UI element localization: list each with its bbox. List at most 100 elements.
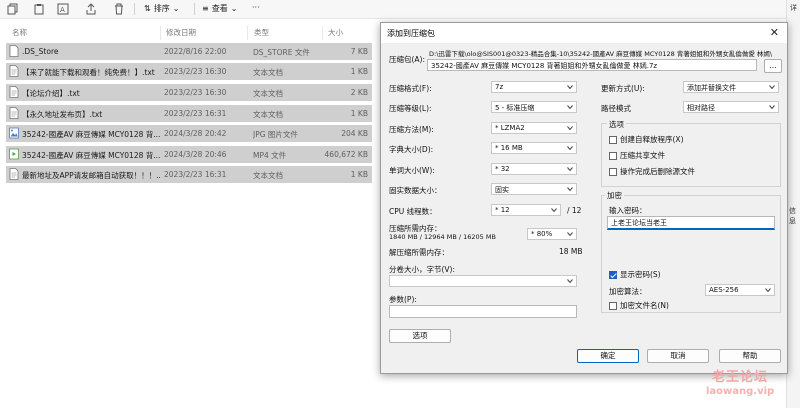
- watermark-url: laowang.vip: [706, 386, 775, 397]
- file-name: 【来了就能下载和观看！纯免费！】.txt: [22, 68, 155, 77]
- chevron-down-icon: ⌄: [230, 4, 238, 13]
- paste-icon[interactable]: [32, 2, 46, 16]
- column-name[interactable]: 名称: [12, 27, 27, 38]
- show-password-checkbox[interactable]: 显示密码(S): [609, 269, 661, 280]
- options-button[interactable]: 选项: [389, 329, 451, 343]
- file-name: 【论坛介绍】.txt: [22, 89, 80, 98]
- update-mode-value: 添加并替换文件: [687, 84, 736, 92]
- level-label: 压缩等级(L):: [389, 104, 432, 113]
- file-row[interactable]: .DS_Store 2022/8/16 22:00 DS_STORE 文件 7 …: [6, 43, 372, 60]
- sort-button[interactable]: ⇅ 排序 ⌄: [144, 3, 179, 14]
- decompress-memory-label: 解压缩所需内存：: [389, 248, 449, 257]
- details-label[interactable]: 详: [790, 3, 797, 13]
- method-select[interactable]: * LZMA2: [491, 122, 577, 134]
- dict-label: 字典大小(D):: [389, 145, 434, 154]
- delete-icon[interactable]: [112, 2, 126, 16]
- params-label: 参数(P):: [389, 295, 417, 304]
- dialog-title: 添加到压缩包: [387, 29, 435, 38]
- method-value: * LZMA2: [495, 124, 525, 132]
- memory-detail: 1840 MB / 12964 MB / 16205 MB: [389, 233, 496, 241]
- threads-value: * 12: [495, 206, 510, 214]
- level-select[interactable]: 5 - 标准压缩: [491, 101, 577, 113]
- encryption-method-value: AES-256: [709, 286, 739, 294]
- dict-select[interactable]: * 16 MB: [491, 142, 577, 154]
- password-input[interactable]: 上老王论坛当老王: [607, 216, 775, 230]
- column-divider: [247, 26, 248, 40]
- file-row[interactable]: 最新地址及APP请发邮箱自动获取！！！... 2023/2/23 16:31 文…: [6, 166, 372, 183]
- split-select[interactable]: [389, 275, 577, 287]
- file-row[interactable]: 35242-國產AV 麻豆傳媒 MCY0128 背... 2024/3/28 2…: [6, 125, 372, 142]
- solid-select[interactable]: 固实: [491, 183, 577, 195]
- file-row[interactable]: 35242-國產AV 麻豆傳媒 MCY0128 背... 2024/3/28 2…: [6, 146, 372, 163]
- file-name: .DS_Store: [22, 47, 59, 56]
- add-to-archive-dialog: 添加到压缩包 ✕ 压缩包(A): D:\迅雷下载\olo@SIS001@0323…: [380, 22, 788, 374]
- file-size: 460,672 KB: [324, 150, 368, 159]
- sort-label: 排序: [153, 4, 170, 13]
- chevron-down-icon: [567, 85, 573, 90]
- file-row[interactable]: 【来了就能下载和观看！纯免费！】.txt 2023/2/23 16:30 文本文…: [6, 63, 372, 80]
- encrypt-names-checkbox[interactable]: 加密文件名(N): [609, 300, 669, 311]
- chevron-down-icon: [567, 279, 573, 284]
- text-file-icon: [9, 107, 19, 119]
- format-select[interactable]: 7z: [491, 81, 577, 93]
- image-file-icon: [9, 127, 19, 139]
- update-mode-select[interactable]: 添加并替换文件: [683, 81, 779, 93]
- file-name: 【永久地址发布页】.txt: [22, 110, 103, 119]
- password-value: 上老王论坛当老王: [611, 219, 667, 227]
- archive-path-value: 35242-國產AV 麻豆傳媒 MCY0128 背著姐姐和外甥女亂倫做愛 林嫣.…: [431, 62, 658, 70]
- archive-path-field[interactable]: 35242-國產AV 麻豆傳媒 MCY0128 背著姐姐和外甥女亂倫做愛 林嫣.…: [427, 59, 757, 71]
- copy-icon[interactable]: [6, 2, 20, 16]
- file-name: 35242-國產AV 麻豆傳媒 MCY0128 背...: [22, 130, 160, 139]
- rename-icon[interactable]: A: [56, 2, 70, 16]
- details-pane-edge: 详 信息: [786, 0, 800, 408]
- threads-select[interactable]: * 12: [491, 204, 561, 216]
- help-button[interactable]: 帮助: [719, 349, 781, 363]
- path-mode-select[interactable]: 相对路径: [683, 101, 779, 113]
- update-mode-label: 更新方式(U):: [601, 84, 645, 93]
- shared-files-checkbox[interactable]: 压缩共享文件: [609, 150, 665, 161]
- cancel-button[interactable]: 取消: [647, 349, 709, 363]
- toolbar-divider: [194, 3, 195, 15]
- word-value: * 32: [495, 165, 510, 173]
- checkbox-box: [609, 167, 617, 176]
- more-options-button[interactable]: ···: [252, 3, 260, 12]
- chevron-down-icon: [769, 85, 775, 90]
- browse-button[interactable]: ...: [764, 59, 782, 73]
- archive-path-line1: D:\迅雷下载\olo@SIS001@0323-精品合集-10\35242-國產…: [429, 50, 773, 58]
- view-button[interactable]: ≡ 查看 ⌄: [202, 3, 237, 14]
- memory-percent-select[interactable]: * 80%: [527, 228, 577, 240]
- file-size: 1 KB: [350, 170, 368, 179]
- file-row[interactable]: 【永久地址发布页】.txt 2023/2/23 16:31 文本文档 1 KB: [6, 105, 372, 122]
- params-input[interactable]: [389, 305, 577, 318]
- file-name: 最新地址及APP请发邮箱自动获取！！！...: [22, 171, 160, 180]
- solid-label: 固实数据大小：: [389, 186, 442, 195]
- file-date: 2022/8/16 22:00: [164, 47, 227, 56]
- column-size[interactable]: 大小: [328, 27, 343, 38]
- options-group-title: 选项: [607, 119, 626, 130]
- encryption-method-label: 加密算法：: [609, 287, 647, 296]
- threads-total: / 12: [567, 206, 582, 215]
- password-label: 输入密码：: [609, 206, 647, 215]
- chevron-down-icon: [567, 232, 573, 237]
- ok-button[interactable]: 确定: [577, 349, 639, 363]
- chevron-down-icon: [769, 105, 775, 110]
- delete-after-checkbox[interactable]: 操作完成后删除源文件: [609, 166, 695, 177]
- close-icon[interactable]: ✕: [770, 26, 779, 39]
- sfx-checkbox[interactable]: 创建自释放程序(X): [609, 134, 684, 145]
- method-label: 压缩方法(M):: [389, 125, 434, 134]
- memory-percent-value: * 80%: [531, 230, 553, 238]
- svg-text:A: A: [60, 6, 65, 14]
- word-select[interactable]: * 32: [491, 163, 577, 175]
- delete-after-label: 操作完成后删除源文件: [620, 167, 695, 176]
- encryption-method-select[interactable]: AES-256: [705, 284, 775, 296]
- chevron-down-icon: [567, 126, 573, 131]
- checkbox-box: [609, 301, 617, 310]
- file-row[interactable]: 【论坛介绍】.txt 2023/2/23 16:30 文本文档 2 KB: [6, 84, 372, 101]
- encrypt-names-label: 加密文件名(N): [620, 301, 669, 310]
- chevron-down-icon: ⌄: [172, 4, 180, 13]
- column-type[interactable]: 类型: [254, 27, 269, 38]
- dialog-titlebar: 添加到压缩包 ✕: [381, 23, 787, 43]
- column-date[interactable]: 修改日期: [166, 27, 196, 38]
- shared-files-label: 压缩共享文件: [620, 151, 665, 160]
- share-icon[interactable]: [84, 2, 98, 16]
